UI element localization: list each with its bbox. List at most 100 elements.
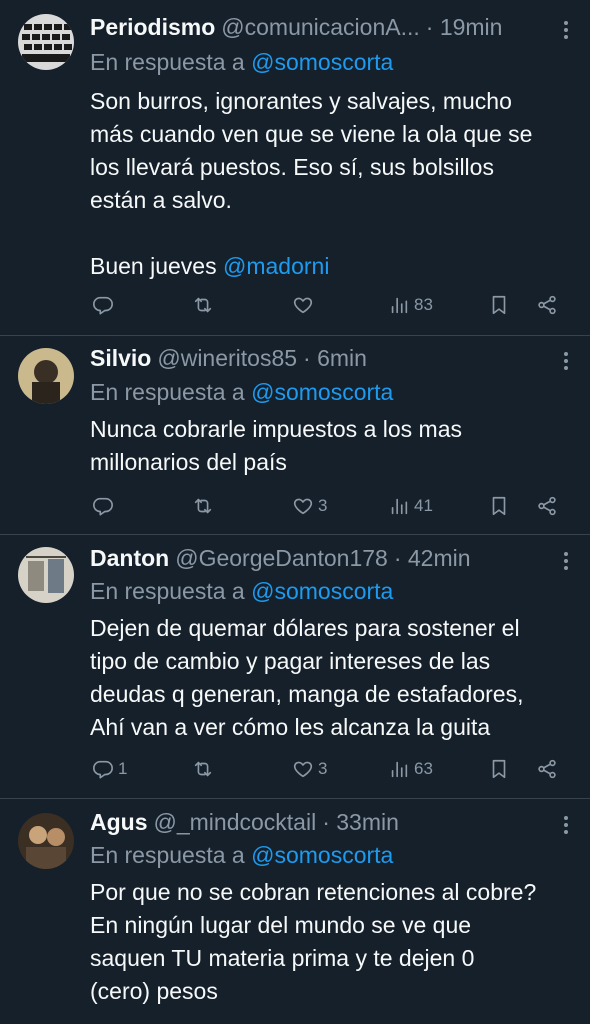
share-button[interactable] bbox=[536, 290, 558, 320]
share-icon bbox=[536, 758, 558, 780]
avatar[interactable] bbox=[18, 547, 74, 603]
author-name[interactable]: Periodismo bbox=[90, 11, 215, 43]
tweet-text: Por que no se cobran retenciones al cobr… bbox=[90, 876, 570, 1008]
bookmark-icon bbox=[488, 294, 510, 316]
text-fragment: Buen jueves bbox=[90, 253, 217, 279]
text-line: millonarios del país bbox=[90, 449, 287, 475]
text-line: Nunca cobrarle impuestos a los mas bbox=[90, 416, 462, 442]
reply-mention[interactable]: @somoscorta bbox=[251, 578, 393, 604]
text-line: los llevará puestos. Eso sí, sus bolsill… bbox=[90, 154, 494, 180]
reply-prefix: En respuesta a bbox=[90, 379, 245, 405]
action-bar: 3 41 bbox=[90, 491, 570, 521]
tweet[interactable]: Silvio @wineritos85 · 6min En respuesta … bbox=[0, 336, 590, 535]
more-icon[interactable] bbox=[560, 549, 572, 573]
bookmark-button[interactable] bbox=[488, 754, 510, 784]
like-count: 3 bbox=[318, 496, 328, 515]
text-line: Buen jueves @madorni bbox=[90, 250, 570, 283]
views-icon bbox=[388, 758, 410, 780]
tweet[interactable]: Agus @_mindcocktail · 33min En respuesta… bbox=[0, 799, 590, 1024]
avatar-image bbox=[18, 14, 74, 70]
author-name[interactable]: Agus bbox=[90, 806, 148, 838]
retweet-icon bbox=[192, 495, 214, 517]
like-button[interactable] bbox=[292, 290, 318, 320]
bookmark-icon bbox=[488, 495, 510, 517]
author-handle[interactable]: @comunicacionA... bbox=[221, 11, 420, 43]
avatar[interactable] bbox=[18, 14, 74, 70]
like-count: 3 bbox=[318, 759, 328, 778]
reply-context: En respuesta a @somoscorta bbox=[90, 46, 393, 78]
views-count: 63 bbox=[414, 759, 433, 778]
more-icon[interactable] bbox=[560, 18, 572, 42]
views-count: 83 bbox=[414, 295, 433, 314]
mention-link[interactable]: @madorni bbox=[223, 253, 329, 279]
avatar[interactable] bbox=[18, 813, 74, 869]
text-line: están a salvo. bbox=[90, 187, 232, 213]
timestamp[interactable]: · 19min bbox=[426, 11, 503, 43]
reply-mention[interactable]: @somoscorta bbox=[251, 379, 393, 405]
author-handle[interactable]: @_mindcocktail bbox=[154, 806, 317, 838]
retweet-button[interactable] bbox=[192, 290, 218, 320]
share-icon bbox=[536, 495, 558, 517]
reply-button[interactable] bbox=[92, 491, 118, 521]
share-button[interactable] bbox=[536, 491, 558, 521]
views-button[interactable]: 41 bbox=[388, 491, 433, 521]
reply-icon bbox=[92, 758, 114, 780]
text-line: Por que no se cobran retenciones al cobr… bbox=[90, 879, 537, 905]
more-icon[interactable] bbox=[560, 813, 572, 837]
avatar[interactable] bbox=[18, 348, 74, 404]
action-bar: 1 3 63 bbox=[90, 754, 570, 784]
text-line: deudas q generan, manga de estafadores, bbox=[90, 681, 524, 707]
views-icon bbox=[388, 294, 410, 316]
timestamp[interactable]: · 42min bbox=[394, 542, 471, 574]
avatar-image bbox=[18, 813, 74, 869]
avatar-image bbox=[18, 348, 74, 404]
more-icon[interactable] bbox=[560, 349, 572, 373]
tweet-text: Nunca cobrarle impuestos a los mas millo… bbox=[90, 413, 570, 479]
reply-context: En respuesta a @somoscorta bbox=[90, 575, 393, 607]
like-icon bbox=[292, 758, 314, 780]
share-button[interactable] bbox=[536, 754, 558, 784]
reply-prefix: En respuesta a bbox=[90, 578, 245, 604]
reply-button[interactable] bbox=[92, 290, 118, 320]
text-line: En ningún lugar del mundo se ve que bbox=[90, 912, 472, 938]
like-button[interactable]: 3 bbox=[292, 491, 327, 521]
like-icon bbox=[292, 495, 314, 517]
text-line: más cuando ven que se viene la ola que s… bbox=[90, 121, 533, 147]
reply-button[interactable]: 1 bbox=[92, 754, 127, 784]
retweet-button[interactable] bbox=[192, 491, 218, 521]
tweet-text: Son burros, ignorantes y salvajes, mucho… bbox=[90, 85, 570, 283]
reply-icon bbox=[92, 294, 114, 316]
bookmark-button[interactable] bbox=[488, 290, 510, 320]
text-line: tipo de cambio y pagar intereses de las bbox=[90, 648, 491, 674]
views-icon bbox=[388, 495, 410, 517]
reply-icon bbox=[92, 495, 114, 517]
author-handle[interactable]: @wineritos85 bbox=[157, 342, 297, 374]
tweet[interactable]: Periodismo @comunicacionA... · 19min En … bbox=[0, 0, 590, 336]
action-bar: 83 bbox=[90, 290, 570, 320]
text-line: Son burros, ignorantes y salvajes, mucho bbox=[90, 88, 512, 114]
author-handle[interactable]: @GeorgeDanton178 bbox=[175, 542, 388, 574]
reply-prefix: En respuesta a bbox=[90, 842, 245, 868]
views-button[interactable]: 63 bbox=[388, 754, 433, 784]
timestamp[interactable]: · 6min bbox=[303, 342, 367, 374]
tweet[interactable]: Danton @GeorgeDanton178 · 42min En respu… bbox=[0, 535, 590, 799]
author-name[interactable]: Danton bbox=[90, 542, 169, 574]
reply-count: 1 bbox=[118, 759, 128, 778]
retweet-icon bbox=[192, 294, 214, 316]
reply-context: En respuesta a @somoscorta bbox=[90, 376, 393, 408]
like-button[interactable]: 3 bbox=[292, 754, 327, 784]
reply-prefix: En respuesta a bbox=[90, 49, 245, 75]
author-name[interactable]: Silvio bbox=[90, 342, 151, 374]
text-line: Dejen de quemar dólares para sostener el bbox=[90, 615, 520, 641]
text-line: Ahí van a ver cómo les alcanza la guita bbox=[90, 714, 491, 740]
bookmark-button[interactable] bbox=[488, 491, 510, 521]
views-button[interactable]: 83 bbox=[388, 290, 433, 320]
timestamp[interactable]: · 33min bbox=[322, 806, 399, 838]
reply-mention[interactable]: @somoscorta bbox=[251, 49, 393, 75]
retweet-button[interactable] bbox=[192, 754, 218, 784]
like-icon bbox=[292, 294, 314, 316]
retweet-icon bbox=[192, 758, 214, 780]
reply-mention[interactable]: @somoscorta bbox=[251, 842, 393, 868]
text-line: saquen TU materia prima y te dejen 0 bbox=[90, 945, 475, 971]
reply-context: En respuesta a @somoscorta bbox=[90, 839, 393, 871]
